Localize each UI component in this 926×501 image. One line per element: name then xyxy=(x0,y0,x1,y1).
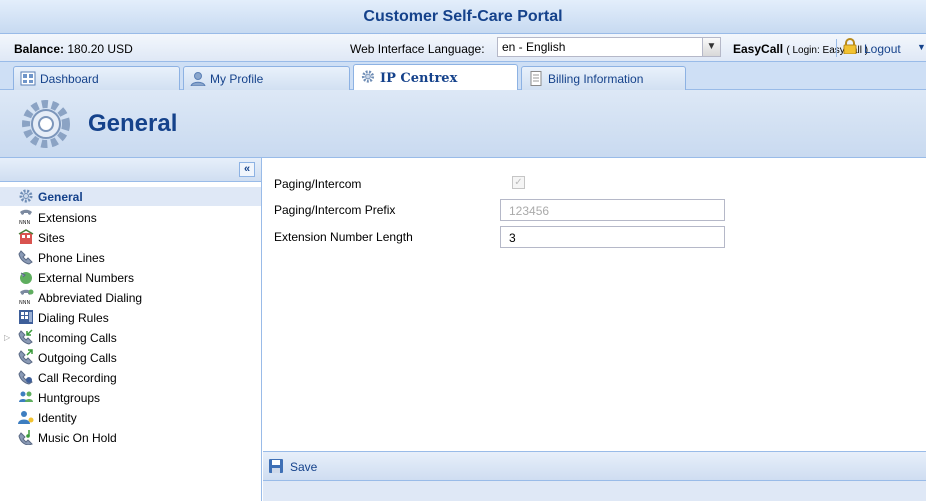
dialing-rules-icon xyxy=(19,310,33,324)
sidebar-item-general[interactable]: General xyxy=(0,187,261,206)
main-content: Paging/Intercom ✓ Paging/Intercom Prefix… xyxy=(263,158,926,501)
building-icon xyxy=(18,229,34,244)
divider xyxy=(836,39,837,57)
tab-dashboard[interactable]: Dashboard xyxy=(13,66,180,90)
paging-intercom-prefix-label: Paging/Intercom Prefix xyxy=(274,203,396,217)
svg-text:NNN: NNN xyxy=(19,220,30,225)
extension-length-value: 3 xyxy=(509,231,516,245)
sidebar-item-label: External Numbers xyxy=(38,271,135,285)
music-on-hold-icon xyxy=(18,430,33,445)
phone-icon: NNN xyxy=(19,209,32,225)
document-icon xyxy=(530,71,542,86)
lock-icon xyxy=(843,38,857,54)
chevron-down-icon: ▼ xyxy=(917,42,926,52)
gear-icon xyxy=(361,70,375,83)
sidebar-item-abbreviated-dialing[interactable]: NNN Abbreviated Dialing xyxy=(18,288,258,307)
balance-value: 180.20 USD xyxy=(67,42,133,56)
tab-my-profile[interactable]: My Profile xyxy=(183,66,350,90)
user-name: EasyCall xyxy=(733,42,784,56)
sidebar-item-label: Music On Hold xyxy=(38,431,117,445)
sidebar-item-huntgroups[interactable]: Huntgroups xyxy=(18,388,258,407)
identity-icon xyxy=(18,411,34,424)
extension-length-label: Extension Number Length xyxy=(274,230,413,244)
sidebar-item-incoming-calls[interactable]: ▷ Incoming Calls xyxy=(4,328,258,347)
sidebar-item-extensions[interactable]: NNN Extensions xyxy=(18,208,258,227)
title-bar: Customer Self-Care Portal xyxy=(0,0,926,34)
save-icon xyxy=(269,459,283,473)
tab-label: Billing Information xyxy=(548,72,644,86)
tab-billing-information[interactable]: Billing Information xyxy=(521,66,686,90)
sidebar-item-label: Phone Lines xyxy=(38,251,105,265)
sidebar-item-music-on-hold[interactable]: Music On Hold xyxy=(18,428,258,447)
form-footer: Save xyxy=(263,451,926,481)
paging-intercom-prefix-row: Paging/Intercom Prefix 123456 xyxy=(274,199,924,221)
language-label: Web Interface Language: xyxy=(350,42,485,56)
expand-icon[interactable]: ▷ xyxy=(4,333,10,342)
sidebar-item-phone-lines[interactable]: Phone Lines xyxy=(18,248,258,267)
app-title: Customer Self-Care Portal xyxy=(363,8,563,25)
sidebar-item-sites[interactable]: Sites xyxy=(18,228,258,247)
outgoing-calls-icon xyxy=(18,349,33,365)
paging-intercom-prefix-value: 123456 xyxy=(509,204,550,218)
sidebar-item-external-numbers[interactable]: External Numbers xyxy=(18,268,258,287)
tab-label: Dashboard xyxy=(40,72,99,86)
balance-label: Balance: xyxy=(14,42,65,56)
sidebar-item-label: Identity xyxy=(38,411,77,425)
huntgroup-icon xyxy=(19,391,33,402)
gear-icon xyxy=(19,189,33,203)
save-button[interactable]: Save xyxy=(268,457,338,477)
page-title: General xyxy=(88,110,178,137)
extension-length-field[interactable]: 3 xyxy=(500,226,725,248)
paging-intercom-checkbox[interactable]: ✓ xyxy=(512,176,525,189)
tab-ip-centrex[interactable]: IP Centrex xyxy=(353,64,518,91)
sidebar-header: « xyxy=(0,158,261,182)
dashboard-icon xyxy=(20,71,36,86)
paging-intercom-row: Paging/Intercom ✓ xyxy=(274,173,924,195)
sidebar-item-label: Abbreviated Dialing xyxy=(38,291,143,305)
language-select[interactable]: en - English ▼ xyxy=(497,37,721,57)
save-label: Save xyxy=(290,460,318,474)
sidebar: « General NNN Extensions Sites Phone Lin… xyxy=(0,158,262,501)
sidebar-item-dialing-rules[interactable]: Dialing Rules xyxy=(18,308,258,327)
page-header: General xyxy=(0,90,926,158)
sidebar-item-call-recording[interactable]: Call Recording xyxy=(18,368,258,387)
svg-text:NNN: NNN xyxy=(19,300,30,305)
sidebar-item-outgoing-calls[interactable]: Outgoing Calls xyxy=(18,348,258,367)
phone-line-icon xyxy=(18,250,33,265)
tab-label: IP Centrex xyxy=(380,71,458,86)
status-strip xyxy=(263,481,926,501)
sidebar-item-label: Outgoing Calls xyxy=(38,351,117,365)
paging-intercom-label: Paging/Intercom xyxy=(274,177,362,191)
balance: Balance: 180.20 USD xyxy=(14,42,133,56)
sidebar-item-label: General xyxy=(38,190,83,204)
sidebar-item-label: Sites xyxy=(38,231,65,245)
chevron-down-icon[interactable]: ▼ xyxy=(702,38,720,56)
external-number-icon xyxy=(20,272,32,284)
incoming-calls-icon xyxy=(18,329,33,345)
sidebar-item-label: Huntgroups xyxy=(38,391,101,405)
extension-length-row: Extension Number Length 3 xyxy=(274,226,924,248)
call-recording-icon xyxy=(18,370,33,385)
user-icon xyxy=(190,72,206,86)
sidebar-item-label: Call Recording xyxy=(38,371,117,385)
info-bar: Balance: 180.20 USD Web Interface Langua… xyxy=(0,34,926,62)
collapse-button[interactable]: « xyxy=(239,162,255,177)
tab-strip: Dashboard My Profile IP Centrex Billing … xyxy=(0,62,926,91)
tab-label: My Profile xyxy=(210,72,264,86)
gear-icon xyxy=(22,100,70,148)
sidebar-item-label: Dialing Rules xyxy=(38,311,109,325)
sidebar-item-identity[interactable]: Identity xyxy=(18,408,258,427)
sidebar-item-label: Incoming Calls xyxy=(38,331,117,345)
sidebar-item-label: Extensions xyxy=(38,211,97,225)
abbreviated-dialing-icon: NNN xyxy=(19,289,34,305)
language-value: en - English xyxy=(502,40,566,54)
paging-intercom-prefix-field[interactable]: 123456 xyxy=(500,199,725,221)
logout-label: Logout xyxy=(864,42,901,56)
